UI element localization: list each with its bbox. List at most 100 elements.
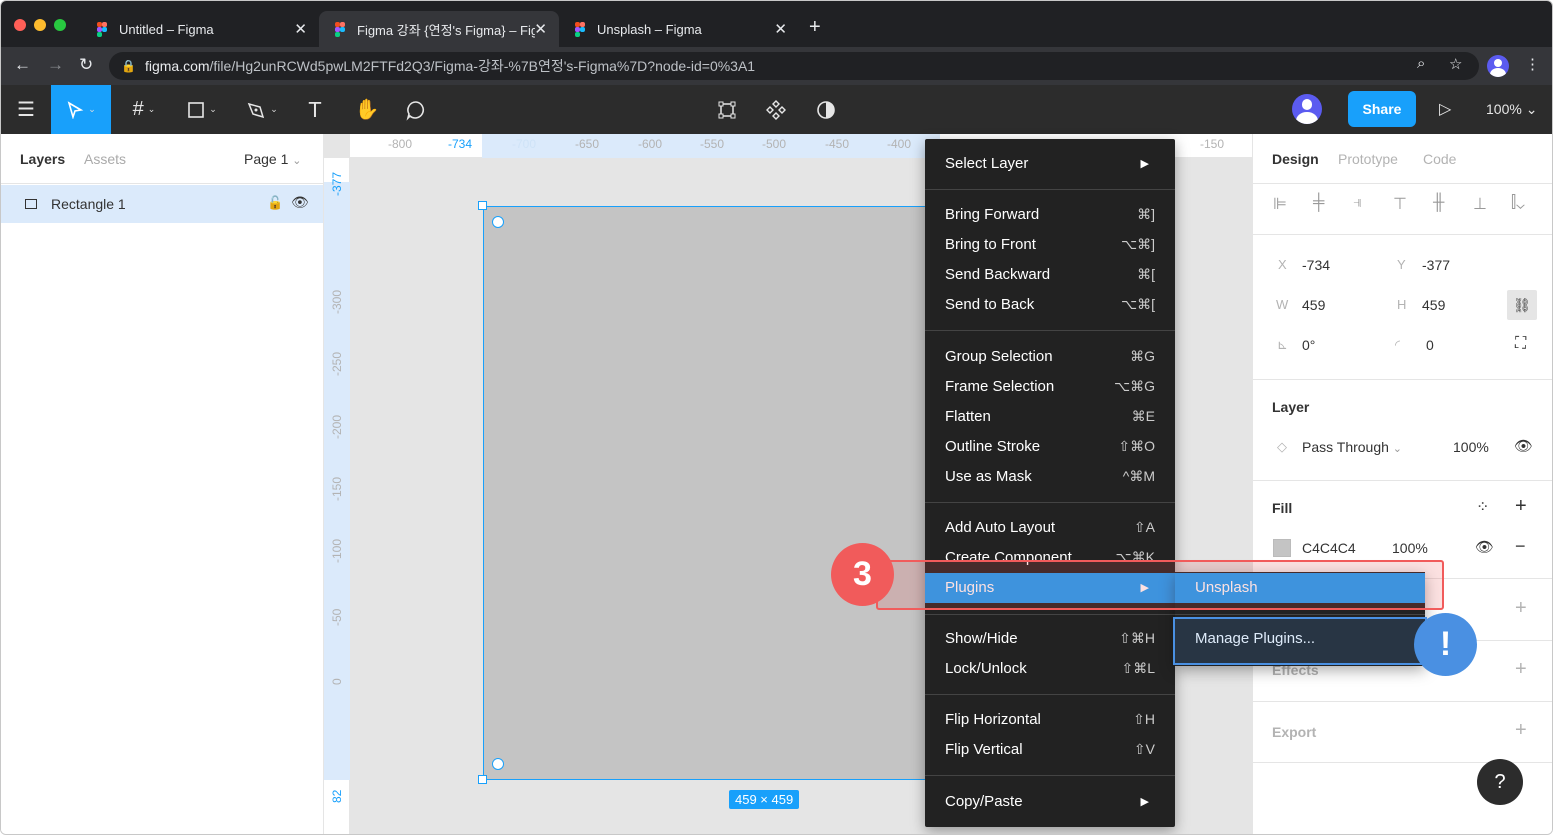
minimize-window-icon[interactable] — [34, 19, 46, 31]
present-play-icon[interactable]: ▷ — [1439, 99, 1451, 119]
menu-item-group-selection[interactable]: Group Selection ⌘G — [925, 342, 1175, 372]
align-top-icon[interactable]: ⊤ — [1393, 194, 1407, 214]
menu-item-lock-unlock[interactable]: Lock/Unlock ⇧⌘L — [925, 654, 1175, 684]
add-effect-icon[interactable]: + — [1515, 658, 1527, 681]
eye-icon[interactable]: 👁 — [1475, 538, 1494, 556]
constrain-proportions-icon[interactable]: ⛓ — [1507, 290, 1537, 320]
edit-object-tool[interactable] — [709, 85, 745, 134]
corner-radius-handle[interactable] — [492, 758, 504, 770]
close-window-icon[interactable] — [14, 19, 26, 31]
close-tab-icon[interactable]: ✕ — [534, 20, 547, 38]
hand-tool[interactable]: ✋ — [349, 85, 385, 134]
frame-tool[interactable]: # ⌄ — [119, 85, 169, 134]
browser-tab-untitled[interactable]: Untitled – Figma ✕ — [81, 11, 319, 47]
zoom-lens-icon[interactable]: ⌕ — [1417, 55, 1425, 72]
new-tab-icon[interactable]: + — [809, 16, 821, 39]
layer-row[interactable]: Rectangle 1 🔓 👁 — [1, 185, 323, 223]
menu-item-send-backward[interactable]: Send Backward ⌘[ — [925, 260, 1175, 290]
menu-item-add-auto-layout[interactable]: Add Auto Layout ⇧A — [925, 513, 1175, 543]
help-button[interactable]: ? — [1477, 759, 1523, 805]
create-component-tool[interactable] — [758, 85, 794, 134]
corner-radius-handle[interactable] — [492, 216, 504, 228]
menu-item-select-layer[interactable]: Select Layer ▶ — [925, 149, 1175, 179]
user-avatar[interactable] — [1292, 94, 1322, 124]
rectangle-1[interactable] — [483, 206, 941, 780]
tab-layers[interactable]: Layers — [20, 151, 65, 167]
back-icon[interactable]: ← — [14, 55, 31, 75]
browser-tab-figma-course[interactable]: Figma 강좌 {연정's Figma} – Figma ✕ — [319, 11, 559, 47]
bookmark-star-icon[interactable]: ☆ — [1449, 55, 1462, 73]
eye-icon[interactable]: 👁 — [291, 194, 309, 211]
ruler-tick: -100 — [330, 538, 344, 563]
align-right-icon[interactable]: ⫣ — [1353, 194, 1363, 212]
close-tab-icon[interactable]: ✕ — [774, 20, 787, 38]
add-fill-icon[interactable]: + — [1515, 495, 1527, 518]
move-tool[interactable]: ⌄ — [51, 85, 111, 134]
tab-design[interactable]: Design — [1272, 151, 1319, 167]
menu-item-show-hide[interactable]: Show/Hide ⇧⌘H — [925, 624, 1175, 654]
text-tool[interactable]: T — [297, 85, 333, 134]
menu-item-bring-forward[interactable]: Bring Forward ⌘] — [925, 200, 1175, 230]
height-input[interactable]: 459 — [1422, 297, 1445, 313]
align-center-horizontal-icon[interactable]: ╪ — [1313, 194, 1324, 212]
close-tab-icon[interactable]: ✕ — [294, 20, 307, 38]
menu-item-send-to-back[interactable]: Send to Back ⌥⌘[ — [925, 290, 1175, 320]
reload-icon[interactable]: ↻ — [79, 55, 93, 75]
fill-hex-input[interactable]: C4C4C4 — [1302, 540, 1356, 556]
share-button[interactable]: Share — [1348, 91, 1416, 127]
resize-handle[interactable] — [478, 775, 487, 784]
layer-opacity-input[interactable]: 100% — [1453, 439, 1489, 455]
shape-tool[interactable]: ⌄ — [177, 85, 227, 134]
menu-shortcut: ⌥⌘G — [1113, 378, 1155, 394]
comment-tool[interactable] — [398, 85, 434, 134]
fill-swatch[interactable] — [1273, 539, 1291, 557]
menu-item-flatten[interactable]: Flatten ⌘E — [925, 402, 1175, 432]
add-export-icon[interactable]: + — [1515, 719, 1527, 742]
menu-item-outline-stroke[interactable]: Outline Stroke ⇧⌘O — [925, 432, 1175, 462]
corner-radius-input[interactable]: 0 — [1426, 337, 1434, 353]
align-left-icon[interactable]: ⊫ — [1273, 194, 1287, 214]
mask-tool[interactable] — [808, 85, 844, 134]
browser-tab-unsplash[interactable]: Unsplash – Figma ✕ — [559, 11, 799, 47]
main-menu-icon[interactable]: ☰ — [1, 85, 51, 134]
x-input[interactable]: -734 — [1302, 257, 1330, 273]
pen-tool[interactable]: ⌄ — [237, 85, 287, 134]
profile-avatar[interactable] — [1487, 55, 1509, 77]
y-input[interactable]: -377 — [1422, 257, 1450, 273]
component-icon — [766, 99, 786, 120]
blend-mode-select[interactable]: Pass Through ⌄ — [1302, 439, 1402, 455]
ruler-tick: -500 — [761, 137, 787, 151]
maximize-window-icon[interactable] — [54, 19, 66, 31]
tab-prototype[interactable]: Prototype — [1338, 151, 1398, 167]
remove-fill-icon[interactable]: − — [1515, 536, 1526, 557]
add-stroke-icon[interactable]: + — [1515, 597, 1527, 620]
page-selector[interactable]: Page 1 ⌄ — [244, 151, 301, 167]
width-input[interactable]: 459 — [1302, 297, 1325, 313]
menu-item-copy-paste[interactable]: Copy/Paste ▶ — [925, 787, 1175, 817]
styles-grid-icon[interactable]: ⁘ — [1476, 497, 1489, 517]
figma-logo-icon — [333, 22, 347, 37]
menu-item-flip-vertical[interactable]: Flip Vertical ⇧V — [925, 735, 1175, 765]
fill-opacity-input[interactable]: 100% — [1392, 540, 1428, 556]
menu-item-frame-selection[interactable]: Frame Selection ⌥⌘G — [925, 372, 1175, 402]
rotation-input[interactable]: 0° — [1302, 337, 1315, 353]
url-host: figma.com — [144, 58, 210, 74]
browser-menu-icon[interactable]: ⋮ — [1525, 55, 1540, 73]
menu-shortcut: ⇧H — [1133, 711, 1155, 727]
tab-assets[interactable]: Assets — [84, 151, 126, 167]
forward-icon[interactable]: → — [47, 55, 64, 75]
independent-corners-icon[interactable]: ⛶ — [1515, 335, 1526, 353]
resize-handle[interactable] — [478, 201, 487, 210]
align-bottom-icon[interactable]: ⊥ — [1473, 194, 1487, 214]
ruler-tick: 82 — [330, 789, 344, 803]
url-field[interactable]: 🔒 figma.com /file/Hg2unRCWd5pwLM2FTFd2Q3… — [109, 52, 1479, 80]
eye-icon[interactable]: 👁 — [1514, 437, 1533, 455]
menu-item-use-as-mask[interactable]: Use as Mask ^⌘M — [925, 462, 1175, 492]
tab-code[interactable]: Code — [1423, 151, 1456, 167]
zoom-dropdown[interactable]: 100% ⌄ — [1486, 101, 1537, 118]
menu-item-flip-horizontal[interactable]: Flip Horizontal ⇧H — [925, 705, 1175, 735]
distribute-icon[interactable]: ⫿⌄ — [1511, 194, 1525, 212]
menu-item-bring-to-front[interactable]: Bring to Front ⌥⌘] — [925, 230, 1175, 260]
align-middle-vertical-icon[interactable]: ╫ — [1433, 194, 1444, 212]
unlock-icon[interactable]: 🔓 — [267, 195, 283, 211]
